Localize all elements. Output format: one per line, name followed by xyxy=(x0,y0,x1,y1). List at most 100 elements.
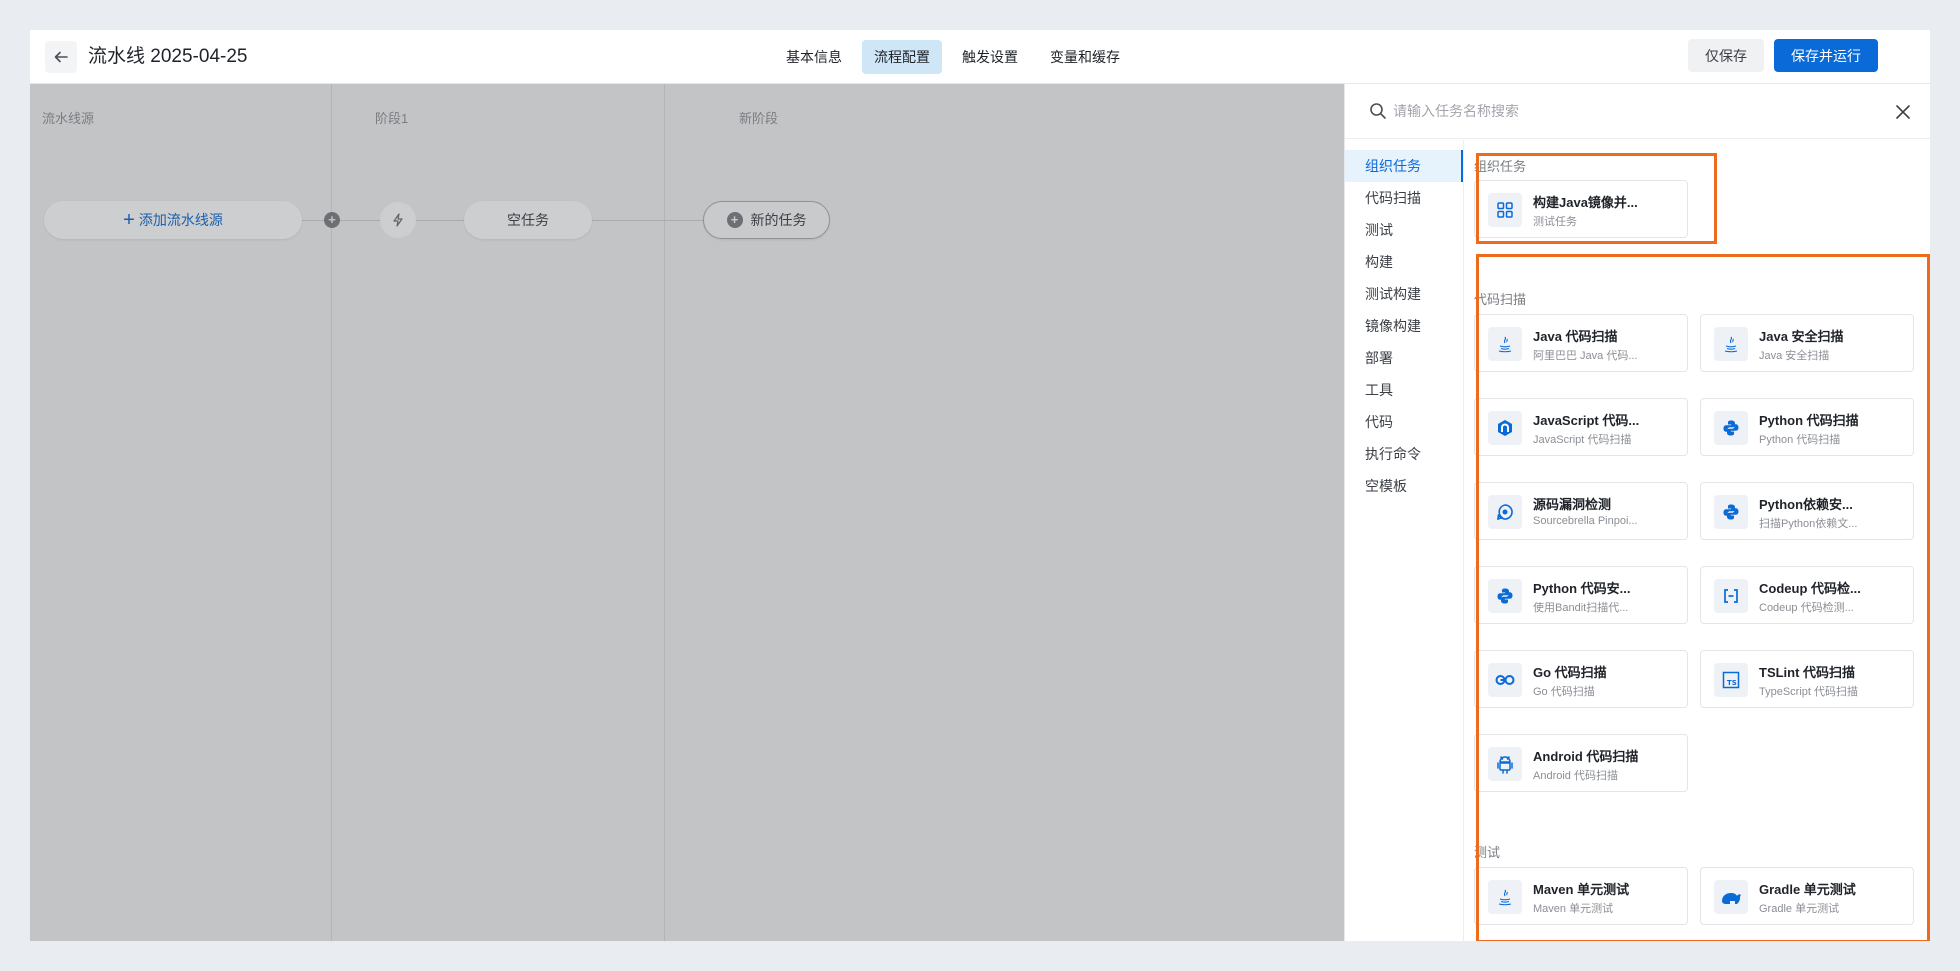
pipeline-title: 流水线 2025-04-25 xyxy=(88,46,248,67)
task-card[interactable]: JavaScript 代码... JavaScript 代码扫描 xyxy=(1474,398,1688,456)
category-code-scan[interactable]: 代码扫描 xyxy=(1345,182,1463,214)
svg-text:TS: TS xyxy=(1727,679,1737,687)
task-desc: Android 代码扫描 xyxy=(1533,770,1618,782)
task-name: Java 代码扫描 xyxy=(1533,329,1618,344)
task-name: Maven 单元测试 xyxy=(1533,882,1630,897)
category-image-build[interactable]: 镜像构建 xyxy=(1345,310,1463,342)
task-desc: Java 安全扫描 xyxy=(1759,350,1830,362)
task-desc: JavaScript 代码扫描 xyxy=(1533,434,1632,446)
task-name: Gradle 单元测试 xyxy=(1759,882,1856,897)
python-icon xyxy=(1714,411,1748,445)
java-icon xyxy=(1488,880,1522,914)
task-desc: Codeup 代码检测... xyxy=(1759,602,1854,614)
task-name: 构建Java镜像并... xyxy=(1533,195,1638,210)
task-name: Python 代码安... xyxy=(1533,581,1631,596)
stage-title: 新阶段 xyxy=(739,111,779,126)
section-title-org: 组织任务 xyxy=(1474,159,1527,174)
category-test[interactable]: 测试 xyxy=(1345,214,1463,246)
task-list: 组织任务 构建Java镜像并... 测试任务 代码扫描 Java 代码扫描 阿里… xyxy=(1465,140,1930,941)
task-name: Python 代码扫描 xyxy=(1759,413,1859,428)
python-icon xyxy=(1488,579,1522,613)
task-desc: 测试任务 xyxy=(1533,216,1577,228)
back-button[interactable] xyxy=(45,41,77,73)
task-card[interactable]: Python依赖安... 扫描Python依赖文... xyxy=(1700,482,1914,540)
tab-variables-cache[interactable]: 变量和缓存 xyxy=(1038,40,1132,74)
arrow-left-icon xyxy=(54,51,68,63)
plus-circle-icon: + xyxy=(726,212,743,228)
task-picker-panel: 组织任务 代码扫描 测试 构建 测试构建 镜像构建 部署 工具 代码 执行命令 … xyxy=(1344,84,1930,941)
task-desc: TypeScript 代码扫描 xyxy=(1759,686,1859,698)
tab-flow-config[interactable]: 流程配置 xyxy=(862,40,942,74)
category-code[interactable]: 代码 xyxy=(1345,406,1463,438)
task-card[interactable]: Python 代码扫描 Python 代码扫描 xyxy=(1700,398,1914,456)
lightning-icon[interactable] xyxy=(380,202,416,238)
category-deploy[interactable]: 部署 xyxy=(1345,342,1463,374)
task-card[interactable]: Go 代码扫描 Go 代码扫描 xyxy=(1474,650,1688,708)
android-icon xyxy=(1488,747,1522,781)
pipeline-canvas: 流水线源 阶段1 新阶段 + 添加流水线源 + 空任务 + 新的任务 xyxy=(30,84,1344,941)
tab-basic-info[interactable]: 基本信息 xyxy=(774,40,854,74)
save-only-button[interactable]: 仅保存 xyxy=(1688,39,1764,72)
category-build[interactable]: 构建 xyxy=(1345,246,1463,278)
stage-title: 阶段1 xyxy=(375,111,409,126)
plus-icon: + xyxy=(123,209,135,231)
task-desc: Gradle 单元测试 xyxy=(1759,903,1840,915)
task-card[interactable]: Python 代码安... 使用Bandit扫描代... xyxy=(1474,566,1688,624)
header-tabs: 基本信息 流程配置 触发设置 变量和缓存 xyxy=(774,40,1132,74)
sourcebrella-icon xyxy=(1488,495,1522,529)
new-task-label: 新的任务 xyxy=(750,212,807,228)
task-card[interactable]: Android 代码扫描 Android 代码扫描 xyxy=(1474,734,1688,792)
empty-task-node[interactable]: 空任务 xyxy=(464,201,592,239)
go-icon xyxy=(1488,663,1522,697)
task-card[interactable]: Maven 单元测试 Maven 单元测试 xyxy=(1474,867,1688,925)
search-icon xyxy=(1370,103,1386,119)
stage-title: 流水线源 xyxy=(42,111,95,126)
task-desc: Python 代码扫描 xyxy=(1759,434,1841,446)
task-desc: Sourcebrella Pinpoi... xyxy=(1533,515,1638,527)
category-org-tasks[interactable]: 组织任务 xyxy=(1345,150,1463,182)
new-task-button[interactable]: + 新的任务 xyxy=(703,201,830,239)
task-card[interactable]: Java 安全扫描 Java 安全扫描 xyxy=(1700,314,1914,372)
add-stage-plus-icon[interactable]: + xyxy=(324,212,340,228)
task-card[interactable]: TS TSLint 代码扫描 TypeScript 代码扫描 xyxy=(1700,650,1914,708)
category-empty-template[interactable]: 空模板 xyxy=(1345,470,1463,502)
task-desc: Go 代码扫描 xyxy=(1533,686,1595,698)
task-card[interactable]: Java 代码扫描 阿里巴巴 Java 代码... xyxy=(1474,314,1688,372)
add-source-label: 添加流水线源 xyxy=(138,212,223,228)
codeup-icon xyxy=(1714,579,1748,613)
task-desc: Maven 单元测试 xyxy=(1533,903,1614,915)
gradle-icon xyxy=(1714,880,1748,914)
task-name: Java 安全扫描 xyxy=(1759,329,1844,344)
task-search-input[interactable] xyxy=(1393,98,1873,124)
task-desc: 阿里巴巴 Java 代码... xyxy=(1533,350,1638,362)
javascript-icon xyxy=(1488,411,1522,445)
tab-trigger-settings[interactable]: 触发设置 xyxy=(950,40,1030,74)
python-icon xyxy=(1714,495,1748,529)
save-and-run-button[interactable]: 保存并运行 xyxy=(1774,39,1878,72)
task-desc: 使用Bandit扫描代... xyxy=(1533,602,1629,614)
task-card[interactable]: Codeup 代码检... Codeup 代码检测... xyxy=(1700,566,1914,624)
category-list: 组织任务 代码扫描 测试 构建 测试构建 镜像构建 部署 工具 代码 执行命令 … xyxy=(1345,140,1464,941)
task-name: Python依赖安... xyxy=(1759,497,1853,512)
category-run-command[interactable]: 执行命令 xyxy=(1345,438,1463,470)
typescript-icon: TS xyxy=(1714,663,1748,697)
top-header: 流水线 2025-04-25 基本信息 流程配置 触发设置 变量和缓存 仅保存 … xyxy=(30,30,1930,84)
task-desc: 扫描Python依赖文... xyxy=(1759,518,1858,530)
task-name: JavaScript 代码... xyxy=(1533,413,1640,428)
task-card[interactable]: 源码漏洞检测 Sourcebrella Pinpoi... xyxy=(1474,482,1688,540)
section-title-test: 测试 xyxy=(1474,845,1501,860)
java-icon xyxy=(1714,327,1748,361)
task-name: 源码漏洞检测 xyxy=(1533,497,1612,512)
category-test-build[interactable]: 测试构建 xyxy=(1345,278,1463,310)
close-icon[interactable] xyxy=(1893,102,1913,122)
task-name: Codeup 代码检... xyxy=(1759,581,1861,596)
section-title-scan: 代码扫描 xyxy=(1474,292,1527,307)
java-icon xyxy=(1488,327,1522,361)
add-source-button[interactable]: + 添加流水线源 xyxy=(44,201,302,239)
task-card[interactable]: Gradle 单元测试 Gradle 单元测试 xyxy=(1700,867,1914,925)
task-card[interactable]: 构建Java镜像并... 测试任务 xyxy=(1474,180,1688,238)
pipeline-editor: 流水线 2025-04-25 基本信息 流程配置 触发设置 变量和缓存 仅保存 … xyxy=(30,30,1930,941)
category-tools[interactable]: 工具 xyxy=(1345,374,1463,406)
grid-icon xyxy=(1488,193,1522,227)
task-name: Go 代码扫描 xyxy=(1533,665,1607,680)
